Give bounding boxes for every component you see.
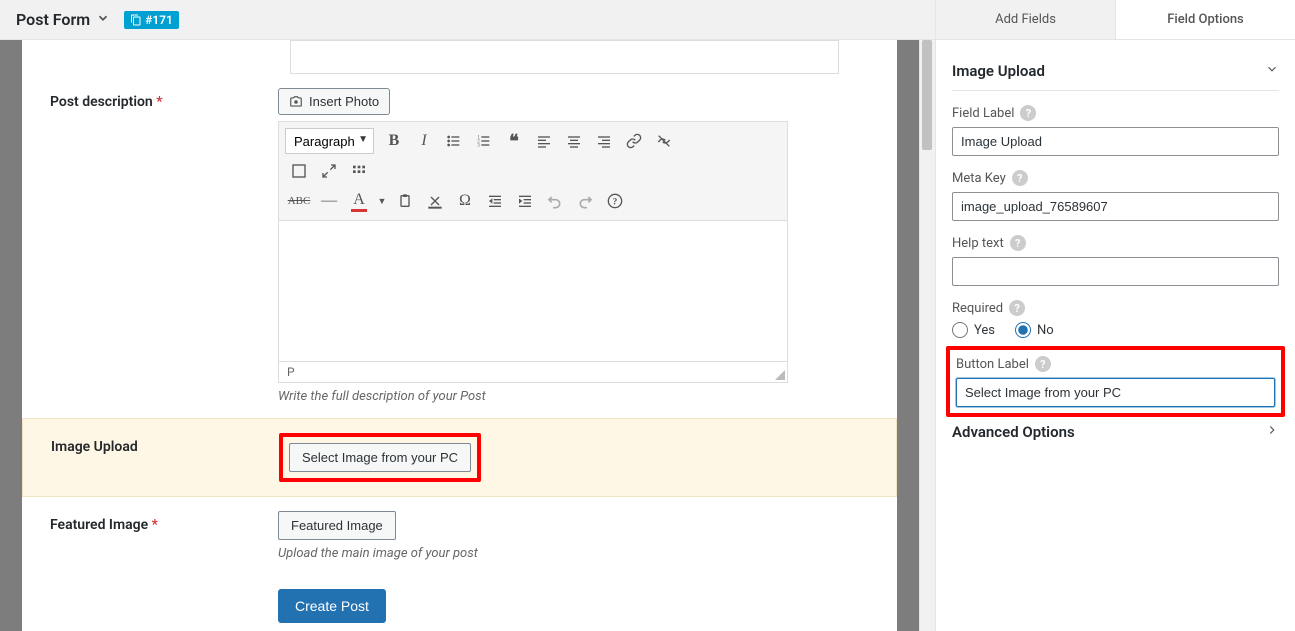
post-description-row: Post description * Insert Photo xyxy=(50,74,869,418)
resize-handle-icon[interactable] xyxy=(775,370,785,380)
svg-text:?: ? xyxy=(613,197,618,207)
topbar: Post Form #171 xyxy=(0,0,935,40)
required-no-radio[interactable]: No xyxy=(1015,322,1054,338)
align-right-icon[interactable] xyxy=(590,128,618,154)
field-label-input[interactable] xyxy=(952,127,1279,156)
chevron-down-icon[interactable] xyxy=(96,11,110,29)
bold-icon[interactable]: B xyxy=(380,128,408,154)
link-icon[interactable] xyxy=(620,128,648,154)
blockquote-icon[interactable]: ❝ xyxy=(500,128,528,154)
form-id-text: #171 xyxy=(145,13,173,27)
post-description-help: Write the full description of your Post xyxy=(278,389,869,404)
page-title: Post Form xyxy=(16,10,90,29)
editor-status-bar: P xyxy=(279,361,787,382)
image-upload-row-highlighted: Image Upload Select Image from your PC xyxy=(22,418,897,497)
field-label-label: Field Label ? xyxy=(952,105,1279,121)
strikethrough-icon[interactable]: ABC xyxy=(285,188,313,214)
required-group: Required ? Yes No xyxy=(952,300,1279,338)
help-tooltip-icon[interactable]: ? xyxy=(1020,105,1036,121)
italic-icon[interactable]: I xyxy=(410,128,438,154)
previous-field-placeholder[interactable] xyxy=(290,40,839,74)
help-tooltip-icon[interactable]: ? xyxy=(1010,235,1026,251)
format-select[interactable]: Paragraph xyxy=(285,128,374,154)
help-tooltip-icon[interactable]: ? xyxy=(1009,300,1025,316)
bullet-list-icon[interactable] xyxy=(440,128,468,154)
insert-photo-label: Insert Photo xyxy=(309,94,379,109)
help-tooltip-icon[interactable]: ? xyxy=(1012,170,1028,186)
create-post-button[interactable]: Create Post xyxy=(278,589,386,623)
form-id-badge[interactable]: #171 xyxy=(124,11,179,29)
special-char-icon[interactable]: Ω xyxy=(451,188,479,214)
tab-field-options[interactable]: Field Options xyxy=(1116,0,1295,40)
fullscreen-icon[interactable] xyxy=(285,158,313,184)
editor-path: P xyxy=(287,365,295,379)
button-label-group: Button Label ? xyxy=(956,356,1275,407)
text-color-dropdown-icon[interactable]: ▼ xyxy=(375,188,389,214)
meta-key-input[interactable] xyxy=(952,192,1279,221)
button-label-label: Button Label ? xyxy=(956,356,1275,372)
featured-image-button[interactable]: Featured Image xyxy=(278,511,396,540)
select-image-button[interactable]: Select Image from your PC xyxy=(289,443,471,472)
image-upload-label: Image Upload xyxy=(51,433,279,482)
indent-icon[interactable] xyxy=(511,188,539,214)
field-label-group: Field Label ? xyxy=(952,105,1279,156)
align-left-icon[interactable] xyxy=(530,128,558,154)
sidebar-tabs: Add Fields Field Options xyxy=(936,0,1295,40)
redo-icon[interactable] xyxy=(571,188,599,214)
featured-image-label: Featured Image * xyxy=(50,511,278,561)
expand-icon[interactable] xyxy=(315,158,343,184)
paste-text-icon[interactable] xyxy=(391,188,419,214)
toolbar-toggle-icon[interactable] xyxy=(345,158,373,184)
canvas-rail-right xyxy=(897,40,919,631)
scrollbar-thumb[interactable] xyxy=(922,40,932,150)
scrollbar-track[interactable] xyxy=(919,40,935,631)
post-description-label: Post description * xyxy=(50,88,278,404)
number-list-icon[interactable]: 123 xyxy=(470,128,498,154)
required-label: Required ? xyxy=(952,300,1279,316)
tab-add-fields[interactable]: Add Fields xyxy=(936,0,1116,40)
help-text-input[interactable] xyxy=(952,257,1279,286)
undo-icon[interactable] xyxy=(541,188,569,214)
help-tooltip-icon[interactable]: ? xyxy=(1035,356,1051,372)
rich-text-editor: Paragraph ▼ B I 123 ❝ xyxy=(278,121,788,383)
chevron-right-icon xyxy=(1265,423,1279,441)
help-icon[interactable]: ? xyxy=(601,188,629,214)
meta-key-label: Meta Key ? xyxy=(952,170,1279,186)
required-yes-radio[interactable]: Yes xyxy=(952,322,995,338)
submit-row: Create Post xyxy=(50,575,869,631)
align-center-icon[interactable] xyxy=(560,128,588,154)
panel-title: Image Upload xyxy=(952,62,1045,80)
chevron-down-icon xyxy=(1265,62,1279,80)
form-canvas: Post description * Insert Photo xyxy=(22,40,897,631)
svg-text:3: 3 xyxy=(477,143,480,148)
highlight-box-sidebar: Button Label ? xyxy=(946,346,1285,417)
text-color-icon[interactable]: A xyxy=(345,188,373,214)
canvas-rail-left xyxy=(0,40,22,631)
meta-key-group: Meta Key ? xyxy=(952,170,1279,221)
help-text-label: Help text ? xyxy=(952,235,1279,251)
featured-image-row: Featured Image * Featured Image Upload t… xyxy=(50,497,869,575)
insert-photo-button[interactable]: Insert Photo xyxy=(278,88,390,115)
advanced-options-toggle[interactable]: Advanced Options xyxy=(952,411,1279,445)
featured-image-help: Upload the main image of your post xyxy=(278,546,869,561)
highlight-box: Select Image from your PC xyxy=(279,433,481,482)
horizontal-rule-icon[interactable]: — xyxy=(315,188,343,214)
help-text-group: Help text ? xyxy=(952,235,1279,286)
advanced-options-label: Advanced Options xyxy=(952,423,1075,441)
panel-header[interactable]: Image Upload xyxy=(952,52,1279,91)
clear-formatting-icon[interactable] xyxy=(421,188,449,214)
editor-content-area[interactable] xyxy=(279,221,787,361)
outdent-icon[interactable] xyxy=(481,188,509,214)
button-label-input[interactable] xyxy=(956,378,1275,407)
unlink-icon[interactable] xyxy=(650,128,678,154)
